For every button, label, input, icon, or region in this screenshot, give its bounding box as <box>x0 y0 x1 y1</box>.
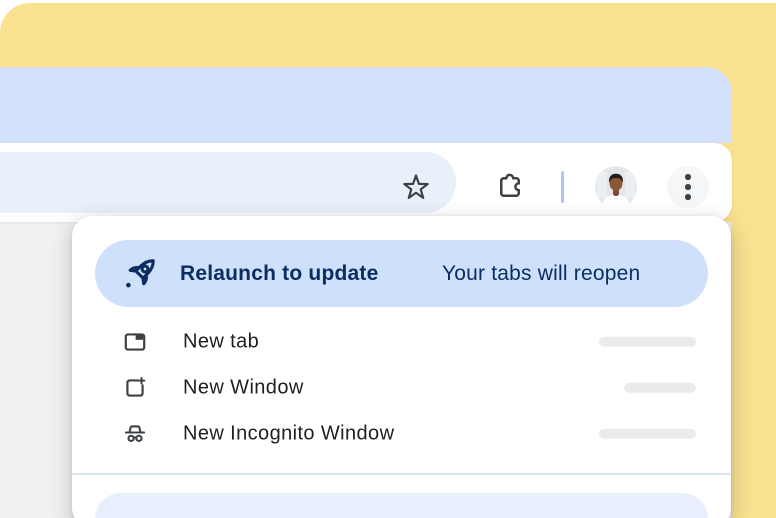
chrome-update-screenshot: Relaunch to update Your tabs will reopen… <box>0 0 776 518</box>
menu-item-label: New tab <box>183 330 259 353</box>
rocket-icon <box>119 251 163 295</box>
avatar <box>595 166 637 208</box>
browser-menu-button[interactable] <box>667 166 709 208</box>
menu-item-label: New Window <box>183 376 304 399</box>
window-titlebar <box>0 67 732 143</box>
next-menu-group-highlight <box>95 493 708 518</box>
shortcut-placeholder <box>624 382 696 393</box>
new-tab-icon <box>122 329 148 355</box>
relaunch-sublabel: Your tabs will reopen <box>442 240 640 307</box>
star-icon <box>401 172 431 202</box>
extensions-button[interactable] <box>495 172 525 207</box>
menu-item-label: New Incognito Window <box>183 422 394 445</box>
bookmark-button[interactable] <box>401 172 431 207</box>
relaunch-label: Relaunch to update <box>180 240 378 307</box>
toolbar-separator <box>561 171 564 203</box>
shortcut-placeholder <box>599 428 696 439</box>
puzzle-icon <box>495 172 525 202</box>
browser-menu-dropdown: Relaunch to update Your tabs will reopen… <box>72 216 731 518</box>
shortcut-placeholder <box>599 336 696 347</box>
incognito-icon <box>122 421 148 447</box>
relaunch-banner[interactable]: Relaunch to update Your tabs will reopen <box>95 240 708 307</box>
profile-button[interactable] <box>595 166 637 208</box>
menu-divider <box>72 473 731 475</box>
three-dot-menu-icon <box>685 174 691 200</box>
menu-item-new-window[interactable]: New Window <box>72 364 731 411</box>
new-window-icon <box>122 375 148 401</box>
menu-item-new-incognito-window[interactable]: New Incognito Window <box>72 410 731 457</box>
address-bar[interactable] <box>0 152 456 213</box>
menu-item-new-tab[interactable]: New tab <box>72 318 731 365</box>
